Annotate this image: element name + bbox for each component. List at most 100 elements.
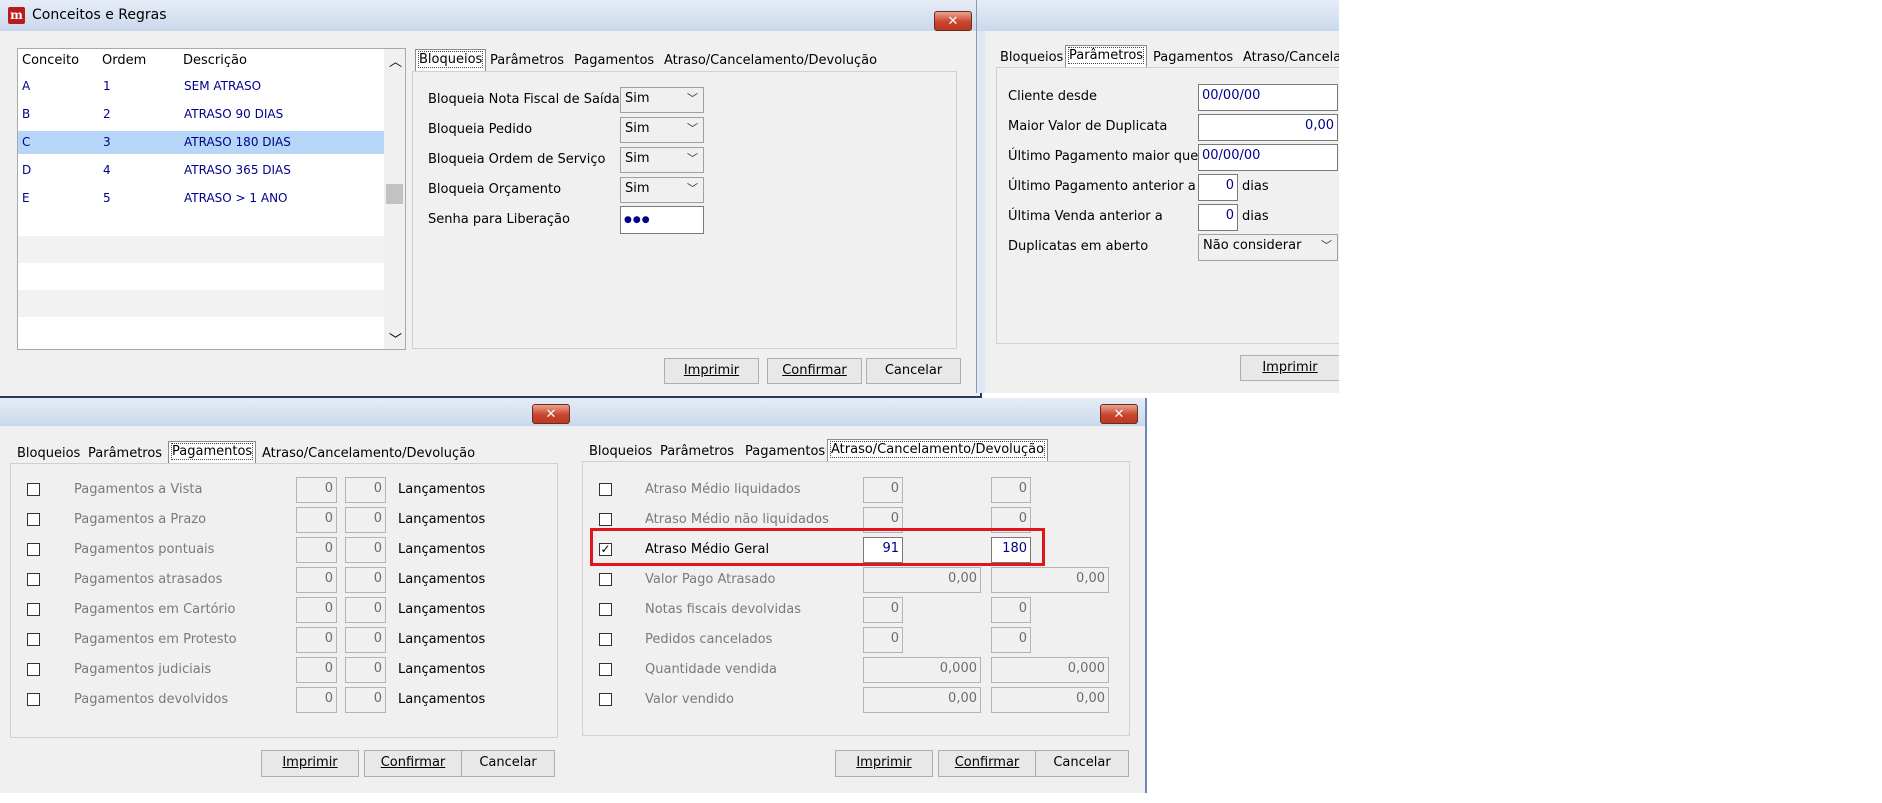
pagamento-input-a[interactable]: 0 [296, 567, 337, 593]
imprimir-button[interactable]: Imprimir [261, 750, 359, 777]
tab-atraso[interactable]: Atraso/Cancelamento/Devolução [262, 446, 475, 461]
cancelar-button[interactable]: Cancelar [461, 750, 555, 777]
atraso-input-a[interactable]: 0,000 [863, 657, 981, 683]
tab-pagamentos[interactable]: Pagamentos [574, 53, 654, 68]
tab-pagamentos[interactable]: Pagamentos [168, 441, 257, 464]
row-checkbox[interactable] [27, 513, 40, 526]
confirmar-button[interactable]: Confirmar [767, 358, 862, 384]
table-row[interactable]: D 4 ATRASO 365 DIAS [18, 159, 384, 182]
row-checkbox[interactable] [599, 513, 612, 526]
tab-parametros[interactable]: Parâmetros [88, 446, 162, 461]
pagamento-input-a[interactable]: 0 [296, 657, 337, 683]
scroll-down-icon[interactable]: ﹀ [389, 329, 402, 348]
tab-atraso[interactable]: Atraso/Cancelar [1243, 50, 1339, 65]
close-button[interactable]: ✕ [934, 11, 972, 31]
grid-header-ordem[interactable]: Ordem [102, 53, 146, 68]
cliente-desde-input[interactable]: 00/00/00 [1198, 84, 1338, 111]
pagamento-input-a[interactable]: 0 [296, 597, 337, 623]
atraso-titlebar[interactable] [574, 398, 1145, 426]
atraso-input-b[interactable]: 0 [991, 627, 1031, 653]
tab-bloqueios[interactable]: Bloqueios [415, 49, 487, 72]
imprimir-button[interactable]: Imprimir [835, 750, 933, 777]
table-row[interactable]: A 1 SEM ATRASO [18, 75, 384, 98]
ultimo-pag-maior-input[interactable]: 00/00/00 [1198, 144, 1338, 171]
pagamento-input-a[interactable]: 0 [296, 627, 337, 653]
pagamento-input-b[interactable]: 0 [345, 567, 386, 593]
pagamentos-titlebar[interactable] [0, 398, 574, 426]
pagamento-input-a[interactable]: 0 [296, 477, 337, 503]
confirmar-button[interactable]: Confirmar [364, 750, 462, 777]
bloqueia-nf-select[interactable]: Sim ﹀ [620, 87, 704, 113]
imprimir-button[interactable]: Imprimir [664, 358, 759, 384]
senha-input[interactable]: ●●● [620, 206, 704, 234]
row-checkbox[interactable] [599, 633, 612, 646]
cancelar-button[interactable]: Cancelar [866, 358, 961, 384]
bloqueia-os-select[interactable]: Sim ﹀ [620, 147, 704, 173]
pagamento-input-b[interactable]: 0 [345, 687, 386, 713]
atraso-input-a[interactable]: 0 [863, 597, 903, 623]
duplicatas-select[interactable]: Não considerar ﹀ [1198, 234, 1338, 261]
row-checkbox[interactable] [599, 483, 612, 496]
tab-bloqueios[interactable]: Bloqueios [589, 444, 652, 459]
select-value: Sim [625, 121, 650, 136]
row-checkbox[interactable] [599, 573, 612, 586]
pagamento-input-a[interactable]: 0 [296, 687, 337, 713]
row-checkbox[interactable] [27, 603, 40, 616]
bloqueia-pedido-select[interactable]: Sim ﹀ [620, 117, 704, 143]
tab-parametros[interactable]: Parâmetros [660, 444, 734, 459]
pagamento-input-b[interactable]: 0 [345, 477, 386, 503]
cancelar-button[interactable]: Cancelar [1035, 750, 1129, 777]
pagamento-input-b[interactable]: 0 [345, 657, 386, 683]
row-checkbox[interactable] [27, 543, 40, 556]
ultima-venda-input[interactable]: 0 [1198, 204, 1238, 231]
confirmar-button[interactable]: Confirmar [938, 750, 1036, 777]
row-checkbox[interactable] [27, 663, 40, 676]
atraso-input-a[interactable]: 0,00 [863, 687, 981, 713]
tab-bloqueios[interactable]: Bloqueios [1000, 50, 1063, 65]
pagamento-input-a[interactable]: 0 [296, 507, 337, 533]
scroll-thumb[interactable] [386, 184, 403, 204]
row-checkbox[interactable] [599, 663, 612, 676]
table-row-selected[interactable]: C 3 ATRASO 180 DIAS [18, 131, 384, 154]
grid-header-descricao[interactable]: Descrição [183, 53, 247, 68]
atraso-input-b[interactable]: 0,00 [991, 567, 1109, 593]
tab-atraso[interactable]: Atraso/Cancelamento/Devolução [664, 53, 877, 68]
pagamento-input-b[interactable]: 0 [345, 507, 386, 533]
atraso-input-b[interactable]: 0,00 [991, 687, 1109, 713]
atraso-input-a[interactable]: 0 [863, 627, 903, 653]
atraso-input-b[interactable]: 0,000 [991, 657, 1109, 683]
row-checkbox[interactable] [599, 603, 612, 616]
imprimir-button[interactable]: Imprimir [1240, 355, 1339, 381]
tab-pagamentos[interactable]: Pagamentos [745, 444, 825, 459]
tab-bloqueios[interactable]: Bloqueios [17, 446, 80, 461]
table-row[interactable]: E 5 ATRASO > 1 ANO [18, 187, 384, 210]
tab-parametros[interactable]: Parâmetros [1065, 45, 1148, 68]
table-row[interactable]: B 2 ATRASO 90 DIAS [18, 103, 384, 126]
row-checkbox[interactable] [27, 633, 40, 646]
atraso-input-a[interactable]: 0,00 [863, 567, 981, 593]
close-button[interactable]: ✕ [1100, 404, 1138, 424]
row-checkbox[interactable] [27, 483, 40, 496]
scroll-up-icon[interactable]: ︿ [389, 51, 402, 70]
pagamento-input-b[interactable]: 0 [345, 537, 386, 563]
tab-atraso[interactable]: Atraso/Cancelamento/Devolução [827, 439, 1049, 462]
close-button[interactable]: ✕ [532, 404, 570, 424]
pagamento-input-b[interactable]: 0 [345, 627, 386, 653]
tab-label: Parâmetros [1067, 47, 1145, 64]
grid-scrollbar[interactable]: ︿ ﹀ [384, 49, 405, 349]
parametros-titlebar[interactable] [977, 0, 1339, 31]
tab-pagamentos[interactable]: Pagamentos [1153, 50, 1233, 65]
pagamento-input-b[interactable]: 0 [345, 597, 386, 623]
atraso-input-b[interactable]: 0 [991, 597, 1031, 623]
ultimo-pag-anterior-input[interactable]: 0 [1198, 174, 1238, 201]
atraso-input-a[interactable]: 0 [863, 477, 903, 503]
maior-valor-input[interactable]: 0,00 [1198, 114, 1338, 141]
row-checkbox[interactable] [599, 693, 612, 706]
row-checkbox[interactable] [27, 573, 40, 586]
pagamento-input-a[interactable]: 0 [296, 537, 337, 563]
grid-header-conceito[interactable]: Conceito [22, 53, 79, 68]
row-checkbox[interactable] [27, 693, 40, 706]
tab-parametros[interactable]: Parâmetros [490, 53, 564, 68]
bloqueia-orcamento-select[interactable]: Sim ﹀ [620, 177, 704, 203]
atraso-input-b[interactable]: 0 [991, 477, 1031, 503]
